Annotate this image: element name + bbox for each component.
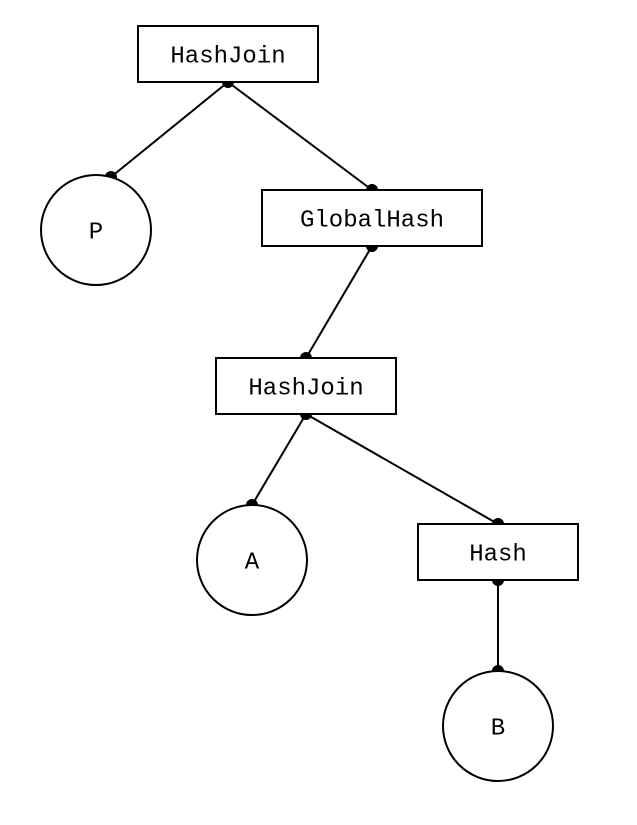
query-plan-diagram: HashJoin P GlobalHash HashJoin A Hash B [0, 0, 637, 825]
edge-hashjoin2-a [252, 414, 306, 505]
edge-root-p [111, 82, 228, 177]
edge-globalhash-hashjoin2 [306, 246, 372, 358]
node-label: Hash [469, 541, 527, 568]
edge-hashjoin2-hash [306, 414, 498, 524]
node-label: HashJoin [170, 43, 285, 70]
node-label: HashJoin [248, 375, 363, 402]
node-label: B [491, 715, 505, 742]
node-label: A [245, 549, 260, 576]
node-label: P [89, 219, 103, 246]
edge-root-globalhash [228, 82, 372, 190]
node-label: GlobalHash [300, 207, 444, 234]
